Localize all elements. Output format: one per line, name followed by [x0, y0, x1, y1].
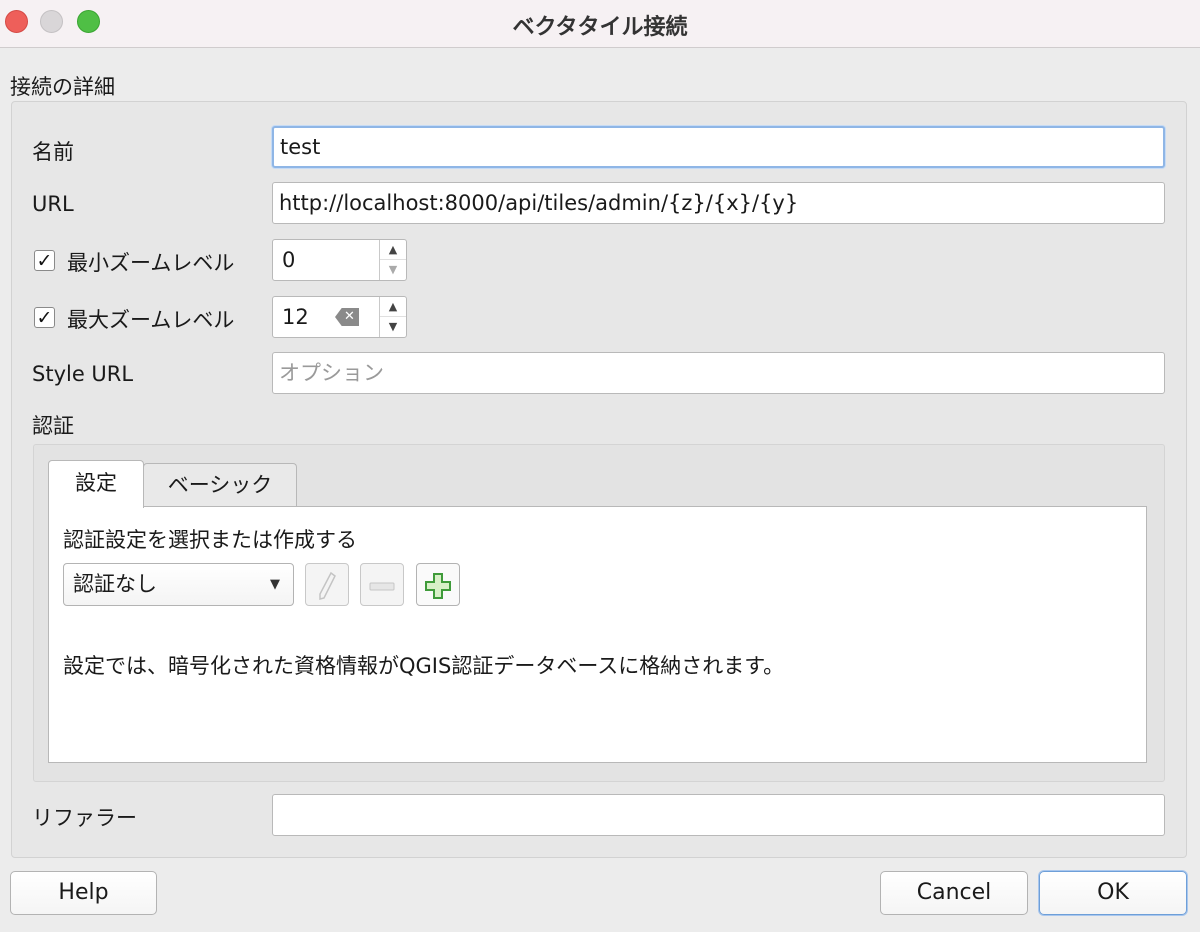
min-zoom-spinbox[interactable]: 0 ▲ ▼ — [272, 239, 407, 281]
edit-config-button[interactable] — [305, 563, 349, 606]
style-url-label: Style URL — [32, 362, 134, 386]
tab-basic[interactable]: ベーシック — [143, 463, 297, 506]
help-button[interactable]: Help — [10, 871, 157, 915]
connection-details-title: 接続の詳細 — [10, 75, 115, 99]
auth-info-text: 設定では、暗号化された資格情報がQGIS認証データベースに格納されます。 — [63, 654, 785, 678]
max-zoom-value: 12 — [282, 305, 309, 329]
referer-input[interactable] — [272, 794, 1165, 836]
min-zoom-value: 0 — [282, 248, 296, 272]
name-input[interactable]: test — [272, 126, 1165, 168]
add-config-button[interactable] — [416, 563, 460, 606]
add-plus-icon — [425, 572, 451, 599]
chevron-down-icon: ▼ — [270, 577, 280, 592]
max-zoom-label: 最大ズームレベル — [67, 308, 235, 332]
chevron-down-icon[interactable]: ▼ — [380, 260, 406, 280]
min-zoom-label: 最小ズームレベル — [67, 251, 235, 275]
vector-tile-connection-dialog: ベクタタイル接続 接続の詳細 名前 test URL http://localh… — [0, 0, 1200, 932]
url-input[interactable]: http://localhost:8000/api/tiles/admin/{z… — [272, 182, 1165, 224]
cancel-button[interactable]: Cancel — [880, 871, 1028, 915]
tab-config[interactable]: 設定 — [48, 460, 144, 508]
remove-minus-icon — [369, 582, 395, 590]
clear-field-icon[interactable]: ✕ — [335, 308, 359, 326]
auth-section-label: 認証 — [32, 414, 74, 438]
max-zoom-spinbox[interactable]: 12 ✕ ▲ ▼ — [272, 296, 407, 338]
chevron-down-icon[interactable]: ▼ — [380, 317, 406, 337]
min-zoom-stepper[interactable]: ▲ ▼ — [379, 240, 406, 280]
min-zoom-checkbox[interactable]: ✓ — [34, 250, 55, 271]
auth-select-prompt: 認証設定を選択または作成する — [63, 528, 357, 552]
auth-config-selected: 認証なし — [73, 572, 157, 596]
auth-config-select[interactable]: 認証なし ▼ — [63, 563, 294, 606]
max-zoom-checkbox[interactable]: ✓ — [34, 307, 55, 328]
title-bar: ベクタタイル接続 — [0, 0, 1200, 48]
chevron-up-icon[interactable]: ▲ — [380, 297, 406, 317]
style-url-input[interactable]: オプション — [272, 352, 1165, 394]
name-label: 名前 — [32, 140, 74, 164]
edit-pencil-icon — [319, 571, 336, 600]
ok-button[interactable]: OK — [1039, 871, 1187, 915]
url-label: URL — [32, 192, 74, 216]
referer-label: リファラー — [32, 806, 137, 830]
max-zoom-stepper[interactable]: ▲ ▼ — [379, 297, 406, 337]
remove-config-button[interactable] — [360, 563, 404, 606]
window-title: ベクタタイル接続 — [512, 15, 688, 40]
chevron-up-icon[interactable]: ▲ — [380, 240, 406, 260]
